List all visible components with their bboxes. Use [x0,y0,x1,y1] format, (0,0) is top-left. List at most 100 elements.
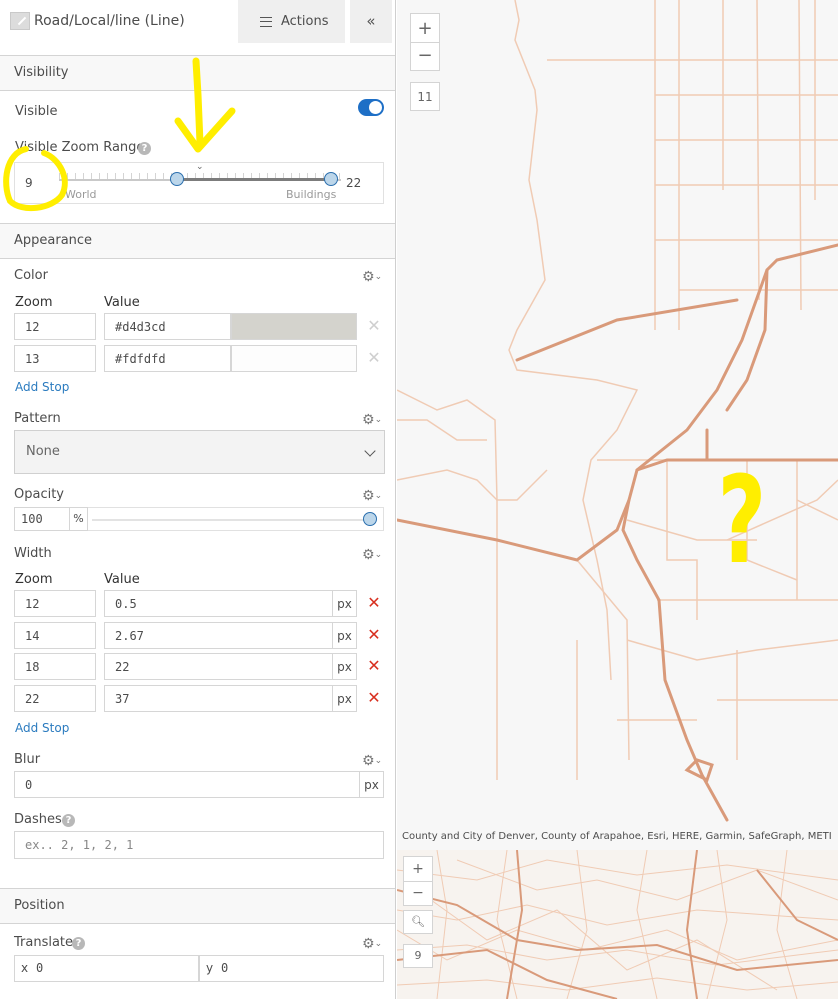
panel-header: Road/Local/line (Line) Actions « [0,0,395,46]
gear-icon[interactable]: ⚙⌄ [362,489,386,503]
color-stop-value-input[interactable]: #d4d3cd [104,313,231,340]
chevron-down-icon: ⌄ [196,162,204,172]
zoom-controls: + − [410,13,440,71]
visible-toggle[interactable] [358,99,384,116]
translate-x-field[interactable]: x 0 [14,955,199,982]
section-header-appearance[interactable]: Appearance [0,223,395,259]
zoom-range-label: Visible Zoom Range [15,140,145,155]
width-stop-zoom-input[interactable]: 18 [14,653,96,680]
minimap-zoom-out-button[interactable]: − [404,882,432,906]
actions-label: Actions [281,14,329,29]
y-label: y [206,961,214,975]
style-panel: Road/Local/line (Line) Actions « Visibil… [0,0,396,999]
pattern-select[interactable]: None [14,430,385,474]
color-stop-zoom-input[interactable]: 13 [14,345,96,372]
layer-swatch-icon [10,12,30,30]
help-icon[interactable]: ? [138,142,151,155]
blur-label: Blur [14,752,41,767]
zoom-min-value[interactable]: 9 [25,176,33,190]
color-swatch[interactable] [231,313,357,340]
zoom-max-handle[interactable] [324,172,338,186]
zoom-out-button[interactable]: − [411,43,439,71]
toggle-knob [369,101,382,114]
width-stop-value-input[interactable]: 37 [104,685,333,712]
delete-stop-icon[interactable]: ✕ [367,595,381,611]
map-view[interactable]: + − 11 ? [397,0,838,850]
help-icon[interactable]: ? [62,814,75,827]
value-column-header: Value [104,572,140,587]
delete-stop-icon[interactable]: ✕ [367,658,381,674]
zoom-range-control: 9 ⌄ World Buildings 22 [14,162,384,204]
minimap-view[interactable]: + − 🔍︎ 9 [397,850,838,999]
delete-stop-icon[interactable]: ✕ [367,627,381,643]
translate-y-field[interactable]: y 0 [199,955,384,982]
width-stop-value-input[interactable]: 22 [104,653,333,680]
zoom-column-header: Zoom [15,295,53,310]
dashes-input[interactable]: ex.. 2, 1, 2, 1 [14,831,384,859]
minimap-zoom-in-button[interactable]: + [404,857,432,882]
help-icon[interactable]: ? [72,937,85,950]
width-stop-zoom-input[interactable]: 14 [14,622,96,649]
x-label: x [21,961,29,975]
width-label: Width [14,546,52,561]
blur-unit: px [360,771,384,798]
layer-title: Road/Local/line (Line) [34,13,185,29]
delete-stop-icon[interactable]: ✕ [367,690,381,706]
delete-stop-icon[interactable]: ✕ [367,318,381,334]
opacity-input[interactable]: 100 [14,507,70,531]
color-swatch[interactable] [231,345,357,372]
zoom-max-value[interactable]: 22 [346,176,361,190]
gear-icon[interactable]: ⚙⌄ [362,548,386,562]
y-value: 0 [220,961,229,975]
zoom-min-handle[interactable] [170,172,184,186]
minimap-zoom-level: 9 [403,944,433,968]
add-width-stop-link[interactable]: Add Stop [15,721,69,735]
width-stop-zoom-input[interactable]: 12 [14,590,96,617]
minimap-roads [397,850,838,999]
gear-icon[interactable]: ⚙⌄ [362,754,386,768]
buildings-label: Buildings [286,188,337,201]
width-unit: px [333,653,357,680]
delete-stop-icon[interactable]: ✕ [367,350,381,366]
width-stop-zoom-input[interactable]: 22 [14,685,96,712]
color-label: Color [14,268,48,283]
color-stop-value-input[interactable]: #fdfdfd [104,345,231,372]
pattern-label: Pattern [14,411,61,426]
search-icon[interactable]: 🔍︎ [403,910,433,934]
color-stop-zoom-input[interactable]: 12 [14,313,96,340]
section-header-visibility[interactable]: Visibility [0,55,395,91]
actions-button[interactable]: Actions [238,0,345,43]
gear-icon[interactable]: ⚙⌄ [362,413,386,427]
zoom-in-button[interactable]: + [411,14,439,43]
width-unit: px [333,685,357,712]
map-roads [397,0,838,822]
gear-icon[interactable]: ⚙⌄ [362,270,386,284]
x-value: 0 [35,961,44,975]
opacity-label: Opacity [14,487,65,502]
opacity-unit: % [70,507,88,531]
width-unit: px [333,622,357,649]
section-title: Position [14,898,65,913]
world-label: World [65,188,97,201]
blur-input[interactable]: 0 [14,771,360,798]
minimap-zoom-controls: + − [403,856,433,906]
dashes-label: Dashes [14,812,62,827]
section-header-position[interactable]: Position [0,888,395,924]
value-column-header: Value [104,295,140,310]
gear-icon[interactable]: ⚙⌄ [362,937,386,951]
zoom-column-header: Zoom [15,572,53,587]
pattern-selected-value: None [26,444,60,459]
zoom-level-indicator: 11 [410,82,440,111]
local-roads [397,0,838,780]
opacity-track[interactable] [92,519,370,521]
collapse-panel-button[interactable]: « [350,0,392,43]
width-stop-value-input[interactable]: 0.5 [104,590,333,617]
map-attribution: County and City of Denver, County of Ara… [399,829,838,847]
zoom-track-active [177,178,331,181]
section-title: Appearance [14,233,93,248]
menu-icon [260,17,272,27]
add-color-stop-link[interactable]: Add Stop [15,380,69,394]
chevron-down-icon [364,445,376,457]
width-stop-value-input[interactable]: 2.67 [104,622,333,649]
opacity-handle[interactable] [363,512,377,526]
